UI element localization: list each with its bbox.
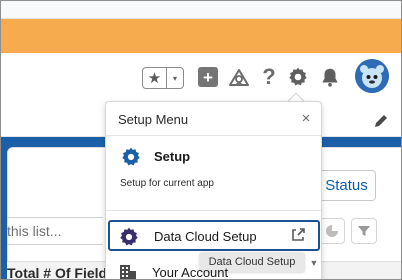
gear-icon[interactable] (287, 66, 309, 88)
chevron-down-icon[interactable]: ▾ (167, 68, 183, 88)
setup-menu-title: Setup Menu (118, 112, 189, 127)
announcement-band (1, 19, 401, 53)
menu-item-label: Your Account (152, 265, 229, 280)
menu-item-setup-description: Setup for current app (120, 178, 214, 189)
status-button[interactable]: Status (317, 170, 376, 201)
menu-divider (106, 210, 321, 211)
filter-button[interactable] (351, 218, 377, 244)
menu-divider (106, 135, 321, 136)
menu-item-your-account[interactable]: Your Account (108, 261, 320, 280)
close-icon[interactable]: × (299, 111, 313, 126)
avatar[interactable] (355, 59, 389, 93)
help-icon[interactable]: ? (259, 64, 279, 90)
menu-item-data-cloud-setup[interactable]: Data Cloud Setup (108, 220, 320, 251)
external-link-icon[interactable] (290, 227, 306, 243)
trailhead-icon[interactable] (227, 65, 251, 89)
favorites-star-icon[interactable]: ★ (143, 68, 167, 88)
menu-item-label: Data Cloud Setup (154, 229, 257, 244)
search-list-input[interactable]: this list... (7, 217, 103, 245)
building-icon (118, 263, 138, 279)
column-header-label: Total # Of Fields (7, 264, 115, 280)
pencil-icon[interactable] (373, 113, 389, 129)
gear-icon[interactable] (120, 146, 142, 168)
app-window: ★ ▾ + ? Status this list... Total # Of F… (0, 0, 402, 280)
global-actions-button[interactable]: + (198, 67, 218, 87)
plus-icon: + (203, 67, 213, 87)
data-cloud-gear-icon (118, 226, 140, 248)
chart-button[interactable] (319, 218, 345, 244)
favorites-button-group[interactable]: ★ ▾ (142, 67, 184, 89)
top-strip (1, 1, 401, 19)
menu-item-setup[interactable]: Setup (154, 149, 190, 164)
scroll-down-icon[interactable]: ▼ (309, 258, 319, 278)
bell-icon[interactable] (319, 66, 341, 88)
